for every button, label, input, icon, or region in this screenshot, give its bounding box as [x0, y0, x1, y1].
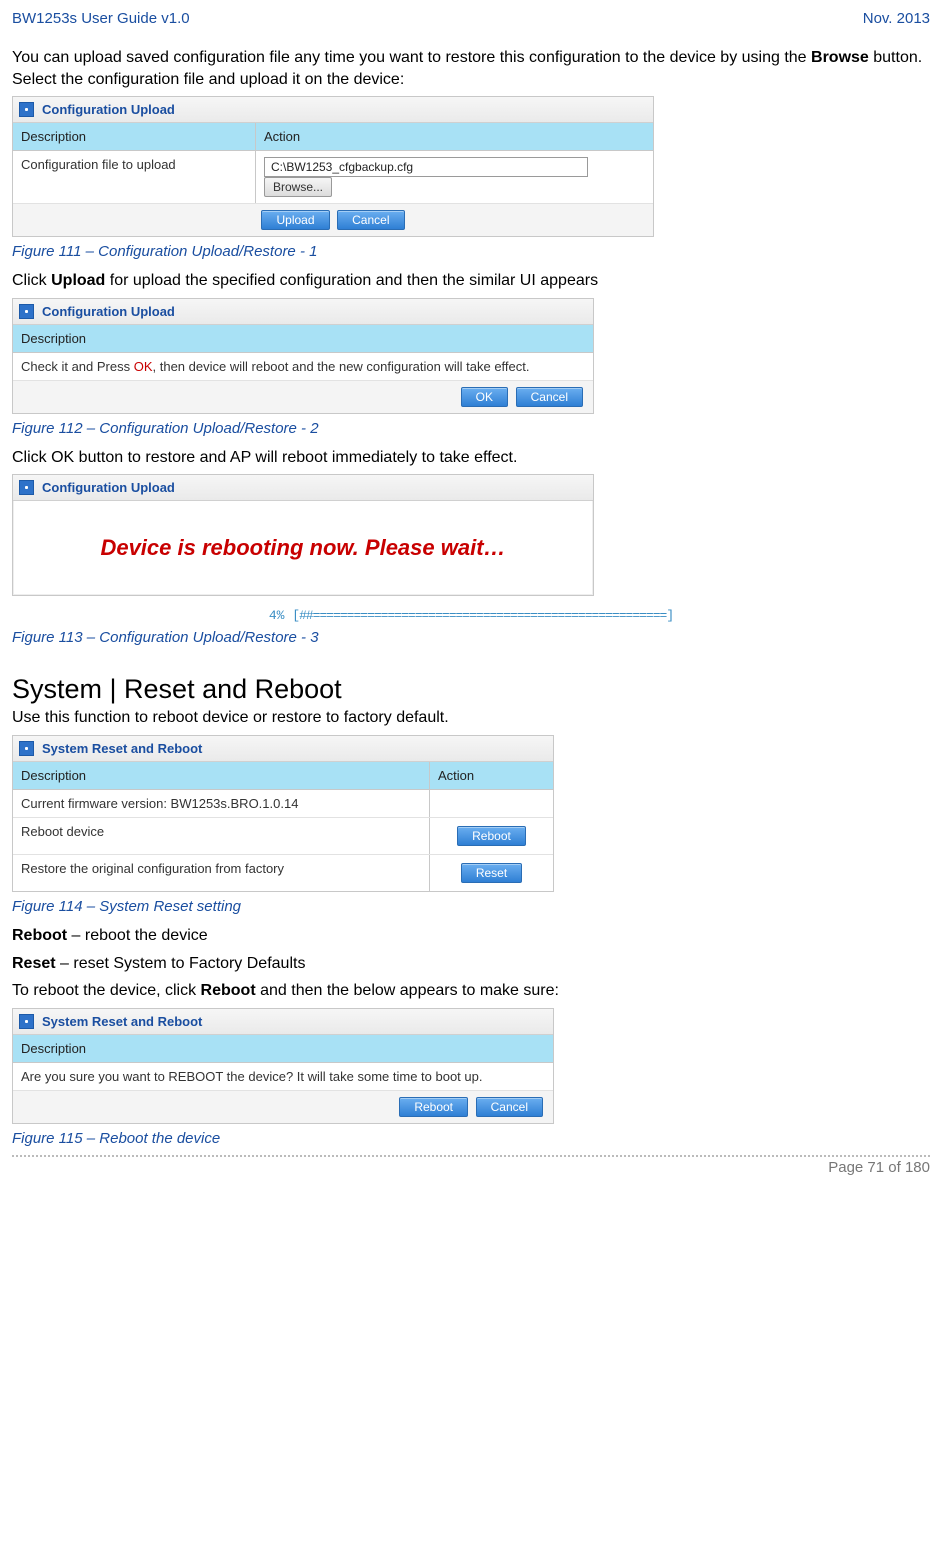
section-heading: System | Reset and Reboot	[12, 674, 930, 705]
section-subtext: Use this function to reboot device or re…	[12, 707, 930, 729]
col-description: Description	[13, 325, 593, 352]
figure-caption-111: Figure 111 – Configuration Upload/Restor…	[12, 243, 930, 260]
reboot-confirm-panel: System Reset and Reboot Description Are …	[12, 1008, 554, 1124]
col-action: Action	[256, 123, 308, 150]
col-description: Description	[13, 123, 256, 150]
line-reboot-confirm: To reboot the device, click Reboot and t…	[12, 980, 930, 1002]
browse-button[interactable]: Browse...	[264, 177, 332, 197]
col-action: Action	[430, 762, 482, 789]
col-description: Description	[13, 762, 430, 789]
config-upload-panel-2: Configuration Upload Description Check i…	[12, 298, 594, 414]
config-file-input[interactable]: C:\BW1253_cfgbackup.cfg	[264, 157, 588, 177]
def-reboot: Reboot – reboot the device	[12, 925, 930, 947]
def-reset: Reset – reset System to Factory Defaults	[12, 953, 930, 975]
upload-row-label: Configuration file to upload	[13, 151, 256, 203]
figure-caption-115: Figure 115 – Reboot the device	[12, 1130, 930, 1147]
line-restore: Click OK button to restore and AP will r…	[12, 447, 930, 469]
reset-button[interactable]: Reset	[461, 863, 522, 883]
config-upload-panel-1: Configuration Upload Description Action …	[12, 96, 654, 237]
panel-icon	[19, 102, 34, 117]
panel-icon	[19, 480, 34, 495]
ok-button[interactable]: OK	[461, 387, 508, 407]
panel-icon	[19, 741, 34, 756]
config-upload-panel-3: Configuration Upload Device is rebooting…	[12, 474, 594, 596]
upload-button[interactable]: Upload	[261, 210, 329, 230]
reboot-button[interactable]: Reboot	[457, 826, 526, 846]
figure-caption-114: Figure 114 – System Reset setting	[12, 898, 930, 915]
reset-reboot-panel: System Reset and Reboot Description Acti…	[12, 735, 554, 892]
cancel-button[interactable]: Cancel	[516, 387, 583, 407]
reboot-button[interactable]: Reboot	[399, 1097, 468, 1117]
line-upload: Click Upload for upload the specified co…	[12, 270, 930, 292]
cancel-button[interactable]: Cancel	[476, 1097, 543, 1117]
firmware-version: Current firmware version: BW1253s.BRO.1.…	[13, 790, 430, 817]
intro-text: You can upload saved configuration file …	[12, 47, 930, 90]
restore-factory-label: Restore the original configuration from …	[13, 855, 430, 891]
figure-caption-113: Figure 113 – Configuration Upload/Restor…	[12, 629, 930, 646]
reboot-confirm-text: Are you sure you want to REBOOT the devi…	[13, 1063, 490, 1090]
panel-icon	[19, 1014, 34, 1029]
doc-date: Nov. 2013	[863, 10, 930, 27]
progress-indicator: 4% [##==================================…	[181, 608, 761, 623]
figure-caption-112: Figure 112 – Configuration Upload/Restor…	[12, 420, 930, 437]
reboot-device-label: Reboot device	[13, 818, 430, 854]
page-footer: Page 71 of 180	[12, 1155, 930, 1176]
cancel-button[interactable]: Cancel	[337, 210, 404, 230]
confirm-text: Check it and Press OK, then device will …	[13, 353, 538, 380]
doc-title: BW1253s User Guide v1.0	[12, 10, 190, 27]
panel-icon	[19, 304, 34, 319]
reboot-message: Device is rebooting now. Please wait…	[13, 501, 593, 595]
col-description: Description	[13, 1035, 553, 1062]
